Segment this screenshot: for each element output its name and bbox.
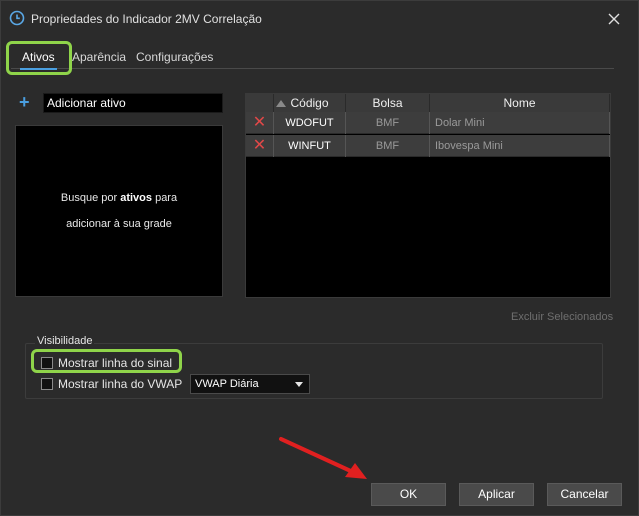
delete-icon: ✕ xyxy=(252,114,267,131)
cell-nome: Ibovespa Mini xyxy=(430,135,610,157)
vwap-line-checkbox[interactable] xyxy=(41,378,53,390)
window-title: Propriedades do Indicador 2MV Correlação xyxy=(31,12,262,26)
col-nome-header[interactable]: Nome xyxy=(430,94,610,112)
vwap-line-label: Mostrar linha do VWAP xyxy=(58,377,183,391)
visibility-legend: Visibilidade xyxy=(35,335,95,347)
chevron-down-icon xyxy=(295,382,303,387)
properties-dialog: Propriedades do Indicador 2MV Correlação… xyxy=(0,0,639,516)
cancel-button[interactable]: Cancelar xyxy=(547,483,622,506)
add-asset-row: + Adicionar ativo xyxy=(15,93,223,113)
delete-row-button[interactable]: ✕ xyxy=(246,112,274,134)
clock-icon xyxy=(9,10,25,26)
sort-asc-icon xyxy=(276,100,286,107)
signal-line-label: Mostrar linha do sinal xyxy=(58,356,173,370)
signal-line-checkbox[interactable] xyxy=(41,357,53,369)
cell-nome: Dolar Mini xyxy=(430,112,610,134)
search-hint-line1: Busque por ativos para xyxy=(60,192,178,204)
tab-ativos[interactable]: Ativos xyxy=(20,45,57,70)
vwap-type-value: VWAP Diária xyxy=(195,378,259,390)
search-hint-line2: adicionar à sua grade xyxy=(66,218,172,230)
assets-grid: Código Bolsa Nome ✕ WDOFUT BMF Dolar Min… xyxy=(245,93,611,298)
tab-configuracoes[interactable]: Configurações xyxy=(136,45,213,69)
ok-button[interactable]: OK xyxy=(371,483,446,506)
search-results-panel: Busque por ativos para adicionar à sua g… xyxy=(15,125,223,297)
cell-bolsa: BMF xyxy=(346,135,430,157)
tab-bar: Ativos Aparência Configurações xyxy=(11,45,614,70)
apply-button[interactable]: Aplicar xyxy=(459,483,534,506)
delete-row-button[interactable]: ✕ xyxy=(246,135,274,157)
cell-codigo: WINFUT xyxy=(274,135,346,157)
cell-codigo: WDOFUT xyxy=(274,112,346,134)
signal-line-option[interactable]: Mostrar linha do sinal xyxy=(41,355,172,371)
vwap-type-select[interactable]: VWAP Diária xyxy=(190,374,310,394)
cell-bolsa: BMF xyxy=(346,112,430,134)
vwap-line-option[interactable]: Mostrar linha do VWAP xyxy=(41,376,182,392)
plus-icon[interactable]: + xyxy=(19,93,33,113)
delete-icon: ✕ xyxy=(252,137,267,154)
grid-header: Código Bolsa Nome xyxy=(246,94,610,112)
table-row[interactable]: ✕ WDOFUT BMF Dolar Mini xyxy=(246,112,610,134)
sort-header[interactable] xyxy=(246,94,286,112)
arrow-annotation-icon xyxy=(279,437,367,479)
title-bar: Propriedades do Indicador 2MV Correlação xyxy=(1,1,638,37)
tab-aparencia[interactable]: Aparência xyxy=(72,45,126,69)
add-asset-input[interactable]: Adicionar ativo xyxy=(43,93,223,113)
col-bolsa-header[interactable]: Bolsa xyxy=(346,94,430,112)
close-icon[interactable] xyxy=(606,11,622,27)
table-row[interactable]: ✕ WINFUT BMF Ibovespa Mini xyxy=(246,135,610,157)
delete-selected-link[interactable]: Excluir Selecionados xyxy=(511,311,613,323)
